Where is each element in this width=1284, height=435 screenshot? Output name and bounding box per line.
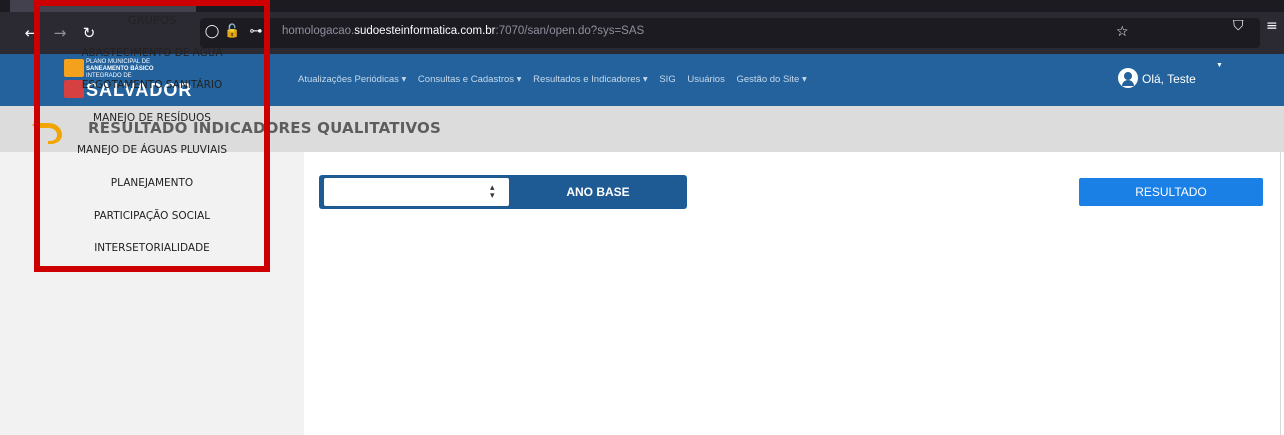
nav-usuarios[interactable]: Usuários xyxy=(687,74,725,85)
resultado-button[interactable]: RESULTADO xyxy=(1079,178,1263,206)
ano-base-select[interactable]: ▴ ▾ xyxy=(324,178,509,206)
bookmark-star-icon[interactable]: ☆ xyxy=(1116,24,1129,40)
select-arrows-icon: ▴ ▾ xyxy=(490,183,495,201)
nav-sig[interactable]: SIG xyxy=(659,74,675,85)
address-bar[interactable]: ◯ 🔓 ⊶ homologacao.sudoesteinformatica.co… xyxy=(200,18,1260,48)
caret-down-icon: ▼ xyxy=(1216,62,1223,69)
user-avatar-icon xyxy=(1118,68,1138,88)
nav-gestao[interactable]: Gestão do Site ▾ xyxy=(737,74,807,85)
ano-base-label: ANO BASE xyxy=(566,185,630,199)
nav-atualizacoes[interactable]: Atualizações Periódicas ▾ xyxy=(298,74,406,85)
user-greeting: Olá, Teste xyxy=(1142,72,1196,86)
nav-consultas[interactable]: Consultas e Cadastros ▾ xyxy=(418,74,522,85)
nav-resultados[interactable]: Resultados e Indicadores ▾ xyxy=(533,74,648,85)
pocket-icon[interactable]: ⛉ xyxy=(1233,18,1244,34)
menu-icon[interactable]: ≡ xyxy=(1266,18,1278,34)
url-text[interactable]: homologacao.sudoesteinformatica.com.br:7… xyxy=(282,25,644,37)
ano-base-group: ▴ ▾ ANO BASE xyxy=(319,175,687,209)
page-scrollbar[interactable] xyxy=(1280,152,1281,435)
main-nav: Atualizações Periódicas ▾ Consultas e Ca… xyxy=(298,74,816,85)
highlight-box xyxy=(34,0,270,272)
